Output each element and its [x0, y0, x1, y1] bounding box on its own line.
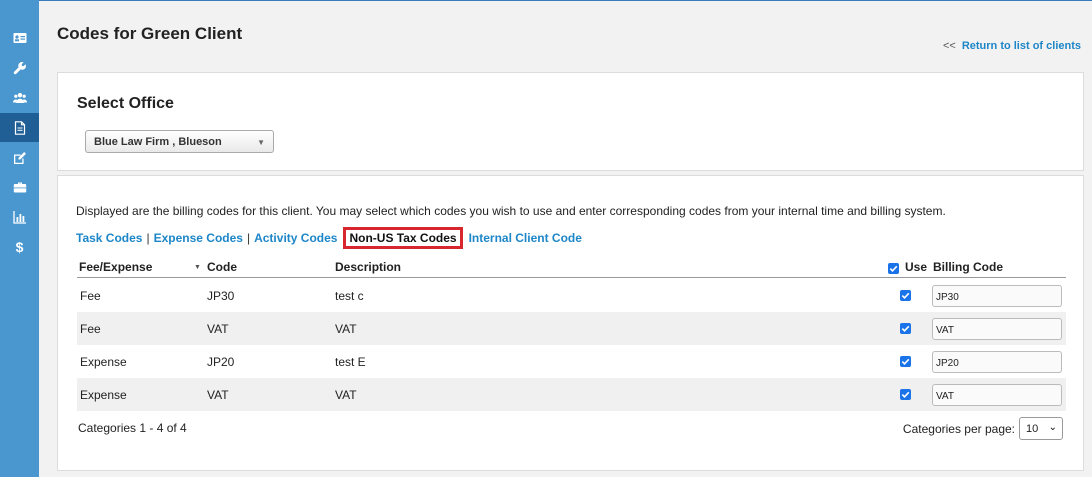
top-border [0, 0, 1092, 1]
row-use-checkbox[interactable] [900, 389, 911, 400]
table-row: Expense VAT VAT VAT [77, 378, 1066, 411]
select-office-panel: Select Office Blue Law Firm , Blueson ▼ [57, 72, 1084, 171]
page-title: Codes for Green Client [57, 24, 243, 43]
sort-desc-icon[interactable]: ▼ [194, 264, 201, 271]
checkmark-icon [901, 292, 910, 299]
row-use-checkbox[interactable] [900, 356, 911, 367]
row-code: VAT [207, 388, 229, 402]
column-header-description: Description [335, 260, 402, 274]
row-fee-expense: Expense [80, 355, 127, 369]
column-header-billing-code: Billing Code [933, 260, 1003, 274]
dollar-icon: $ [15, 238, 24, 255]
sidebar-item-edit[interactable] [0, 143, 39, 172]
table-row: Fee JP30 test c JP30 [77, 279, 1066, 312]
row-description: VAT [335, 322, 357, 336]
header-divider [77, 277, 1066, 278]
tab-separator: | [146, 231, 150, 245]
per-page-label: Categories per page: [902, 421, 1015, 436]
row-code: JP20 [207, 355, 235, 369]
column-header-code: Code [207, 260, 237, 274]
select-all-checkbox[interactable] [888, 263, 899, 274]
sidebar-item-contacts[interactable] [0, 23, 39, 52]
sidebar: $ [0, 0, 39, 477]
tab-expense-codes[interactable]: Expense Codes [154, 231, 243, 245]
checkmark-icon [901, 325, 910, 332]
sidebar-item-reports[interactable] [0, 202, 39, 231]
row-fee-expense: Fee [80, 289, 101, 303]
billing-codes-info: Displayed are the billing codes for this… [76, 204, 946, 218]
codes-panel: Displayed are the billing codes for this… [57, 175, 1084, 471]
sidebar-item-settings[interactable] [0, 53, 39, 82]
sidebar-item-cases[interactable] [0, 172, 39, 201]
users-icon [12, 92, 27, 103]
column-header-use: Use [905, 260, 928, 274]
return-link-label: Return to list of clients [961, 40, 1081, 52]
tab-internal-client-code[interactable]: Internal Client Code [469, 231, 582, 245]
row-fee-expense: Expense [80, 388, 127, 402]
pagination-range: Categories 1 - 4 of 4 [78, 421, 187, 435]
tab-non-us-tax-codes[interactable]: Non-US Tax Codes [343, 227, 463, 249]
bar-chart-icon [12, 210, 26, 224]
row-use-checkbox[interactable] [900, 290, 911, 301]
row-code: VAT [207, 322, 229, 336]
billing-code-input[interactable]: VAT [932, 384, 1062, 406]
sidebar-item-billing[interactable]: $ [0, 232, 39, 261]
document-icon [14, 120, 25, 135]
row-description: test E [335, 355, 366, 369]
office-select-value: Blue Law Firm , Blueson [94, 136, 222, 148]
checkmark-icon [901, 391, 910, 398]
briefcase-icon [13, 182, 26, 192]
chevron-down-icon: ▼ [257, 138, 265, 147]
chevron-down-icon: ⌄ [1048, 422, 1057, 433]
billing-code-input[interactable]: JP20 [932, 351, 1062, 373]
wrench-icon [13, 61, 26, 74]
office-select[interactable]: Blue Law Firm , Blueson ▼ [85, 130, 274, 153]
tab-separator: | [246, 231, 251, 245]
tab-task-codes[interactable]: Task Codes [76, 231, 142, 245]
sidebar-item-documents[interactable] [0, 113, 39, 142]
table-row: Fee VAT VAT VAT [77, 312, 1066, 345]
row-fee-expense: Fee [80, 322, 101, 336]
contact-card-icon [13, 32, 26, 43]
select-office-heading: Select Office [77, 95, 174, 112]
tab-activity-codes[interactable]: Activity Codes [254, 231, 337, 245]
table-row: Expense JP20 test E JP20 [77, 345, 1066, 378]
row-code: JP30 [207, 289, 235, 303]
checkmark-icon [901, 358, 910, 365]
billing-code-input[interactable]: VAT [932, 318, 1062, 340]
code-tabs: Task Codes | Expense Codes | Activity Co… [76, 227, 582, 249]
row-use-checkbox[interactable] [900, 323, 911, 334]
column-header-fee-expense[interactable]: Fee/Expense [79, 260, 152, 274]
edit-icon [13, 151, 26, 164]
per-page-value: 10 [1026, 423, 1039, 435]
row-description: test c [335, 289, 364, 303]
per-page-control: Categories per page: 10 ⌄ [903, 417, 1063, 440]
return-arrows: << [942, 40, 956, 52]
sidebar-item-users[interactable] [0, 83, 39, 112]
row-description: VAT [335, 388, 357, 402]
return-to-clients-link[interactable]: << Return to list of clients [943, 40, 1081, 52]
checkmark-icon [889, 265, 898, 272]
per-page-select[interactable]: 10 ⌄ [1019, 417, 1063, 440]
billing-code-input[interactable]: JP30 [932, 285, 1062, 307]
